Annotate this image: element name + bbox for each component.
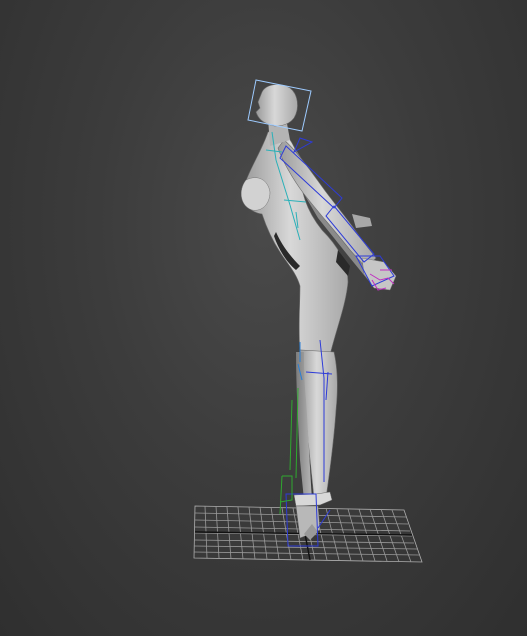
viewport-scene [193, 79, 423, 563]
3d-viewport[interactable] [0, 0, 527, 636]
character-mesh[interactable] [240, 84, 397, 540]
